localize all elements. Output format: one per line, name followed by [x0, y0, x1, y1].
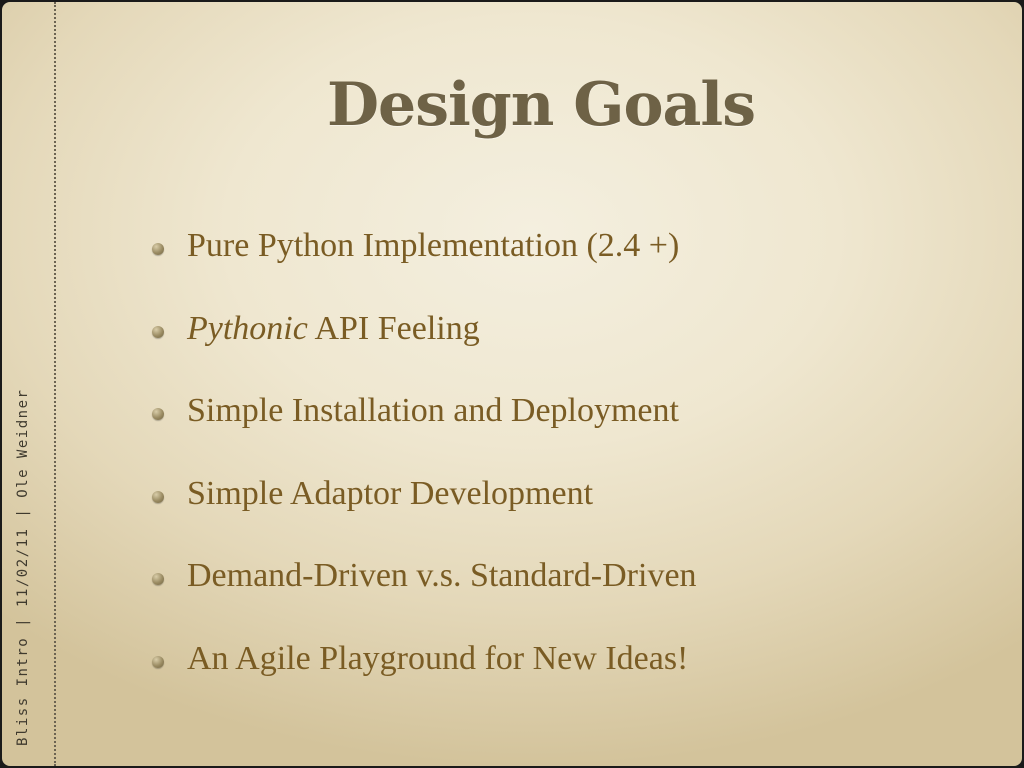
- bullet-text: Simple Adaptor Development: [187, 474, 594, 512]
- bullet-icon: [152, 408, 164, 420]
- bullet-text: Pythonic API Feeling: [187, 305, 480, 353]
- bullet-icon: [152, 243, 164, 255]
- bullet-icon: [152, 490, 164, 503]
- bullet-text: Pure Python Implementation (2.4 +): [187, 227, 680, 264]
- bullet-icon: [152, 655, 164, 668]
- bullet-text: An Agile Playground for New Ideas!: [187, 639, 689, 677]
- bullet-emphasis: Pythonic: [187, 309, 308, 347]
- bullet-icon: [152, 325, 164, 338]
- side-strip: Bliss Intro | 11/02/11 | Ole Weidner: [2, 2, 56, 766]
- slide: Bliss Intro | 11/02/11 | Ole Weidner Des…: [2, 2, 1022, 766]
- bullet-rest: API Feeling: [307, 309, 480, 347]
- side-footer-text: Bliss Intro | 11/02/11 | Ole Weidner: [15, 388, 31, 746]
- slide-title: Design Goals: [327, 70, 756, 140]
- bullet-text: Demand-Driven v.s. Standard-Driven: [187, 557, 697, 594]
- bullet-icon: [152, 573, 164, 585]
- bullet-text: Simple Installation and Deployment: [187, 392, 679, 429]
